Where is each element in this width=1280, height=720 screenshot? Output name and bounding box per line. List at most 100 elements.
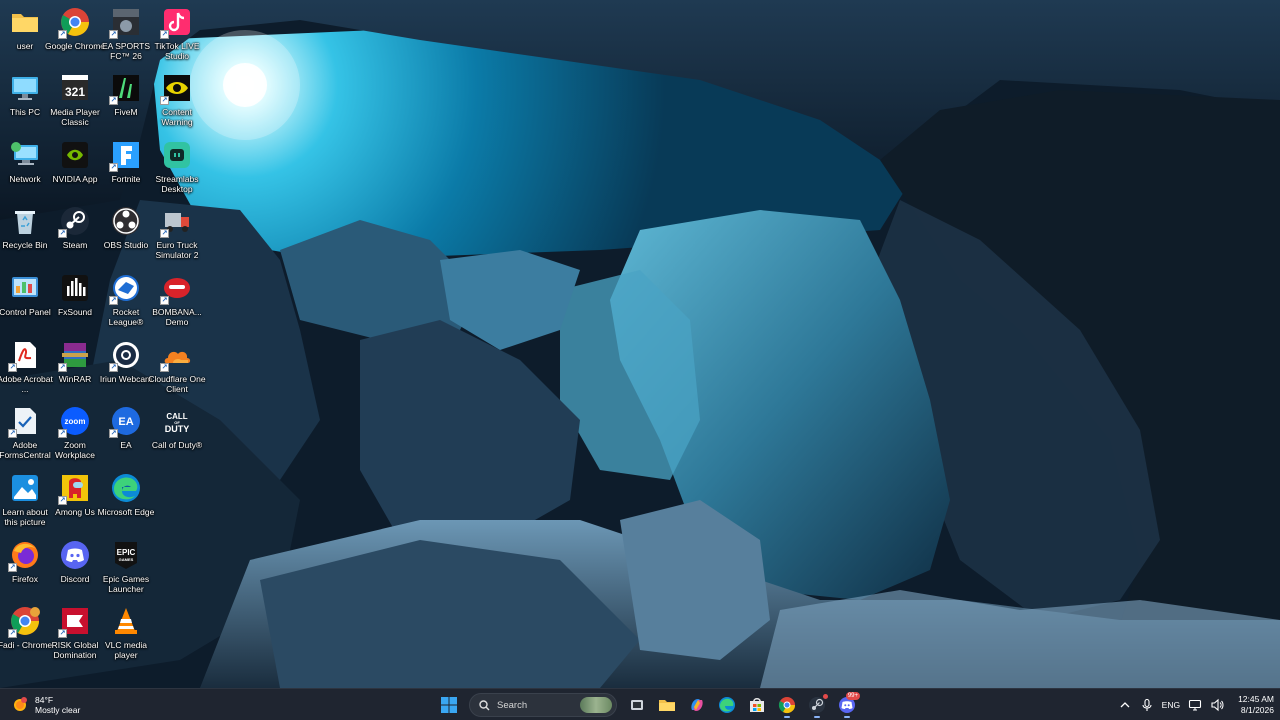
desktop-icon-microsoft-edge[interactable]: Microsoft Edge — [97, 472, 155, 517]
desktop-icon-fivem[interactable]: ↗ FiveM — [99, 72, 153, 117]
shortcut-arrow-icon: ↗ — [58, 429, 67, 438]
svg-text:zoom: zoom — [65, 417, 86, 426]
desktop-icon-google-chrome[interactable]: ↗ Google Chrome — [45, 6, 105, 51]
rocket-league-icon: ↗ — [109, 272, 142, 305]
content-warning-icon: ↗ — [160, 72, 193, 105]
desktop-icon-steam[interactable]: ↗ Steam — [48, 205, 102, 250]
shortcut-arrow-icon: ↗ — [109, 163, 118, 172]
steam-icon: ↗ — [58, 205, 91, 238]
weather-temp: 84°F — [35, 695, 54, 705]
desktop-icon-fxsound[interactable]: FxSound — [48, 272, 102, 317]
speaker-icon — [1211, 698, 1224, 712]
network-status-icon — [1189, 699, 1202, 711]
desktop-icon-learn-about-picture[interactable]: Learn about this picture — [0, 472, 52, 527]
desktop-icon-label: Call of Duty® — [151, 440, 203, 450]
fivem-icon: ↗ — [109, 72, 142, 105]
chrome-icon: ↗ — [58, 6, 91, 39]
desktop-icon-discord[interactable]: Discord — [48, 539, 102, 584]
desktop-icon-bombana-demo[interactable]: ↗ BOMBANA... Demo — [150, 272, 204, 327]
desktop-icon-rocket-league[interactable]: ↗ Rocket League® — [99, 272, 153, 327]
desktop-icon-obs-studio[interactable]: OBS Studio — [99, 205, 153, 250]
bombana-icon: ↗ — [160, 272, 193, 305]
shortcut-arrow-icon: ↗ — [58, 363, 67, 372]
desktop-icon-vlc[interactable]: VLC media player — [99, 605, 153, 660]
taskbar-clock[interactable]: 12:45 AM 8/1/2026 — [1238, 694, 1274, 716]
desktop-icon-cloudflare[interactable]: ↗ Cloudflare One Client — [148, 339, 206, 394]
desktop-icon-euro-truck-simulator[interactable]: ↗ Euro Truck Simulator 2 — [150, 205, 204, 260]
chrome-taskbar-button[interactable] — [774, 692, 800, 718]
fortnite-icon: ↗ — [109, 139, 142, 172]
shortcut-arrow-icon: ↗ — [160, 363, 169, 372]
recycle-bin-icon — [9, 205, 41, 237]
svg-text:GAMES: GAMES — [119, 557, 134, 562]
shortcut-arrow-icon: ↗ — [8, 429, 17, 438]
shortcut-arrow-icon: ↗ — [160, 30, 169, 39]
edge-icon — [719, 697, 735, 713]
input-language[interactable]: ENG — [1162, 700, 1180, 710]
desktop-icon-ea[interactable]: EA ↗ EA — [99, 405, 153, 450]
start-button[interactable] — [436, 692, 462, 718]
microsoft-store-icon — [750, 698, 764, 712]
shortcut-arrow-icon: ↗ — [8, 563, 17, 572]
formscentral-icon: ↗ — [8, 405, 41, 438]
desktop-icon-streamlabs[interactable]: Streamlabs Desktop — [150, 139, 204, 194]
search-highlight-image[interactable] — [580, 697, 612, 713]
shortcut-arrow-icon: ↗ — [160, 296, 169, 305]
volume-button[interactable] — [1210, 698, 1224, 712]
desktop-icon-among-us[interactable]: ↗ Among Us — [48, 472, 102, 517]
copilot-button[interactable] — [684, 692, 710, 718]
desktop-icon-winrar[interactable]: ↗ WinRAR — [48, 339, 102, 384]
desktop-icon-label: Content Warning — [161, 107, 193, 127]
svg-text:DUTY: DUTY — [165, 424, 190, 434]
taskbar-search-box[interactable]: Search — [469, 693, 617, 717]
desktop-icon-call-of-duty[interactable]: CALL OF DUTY Call of Duty® — [150, 405, 204, 450]
media-player-icon: 321 — [59, 72, 91, 104]
clock-time: 12:45 AM — [1238, 694, 1274, 704]
desktop-icon-fortnite[interactable]: ↗ Fortnite — [99, 139, 153, 184]
weather-widget[interactable]: 84°F Mostly clear — [10, 693, 80, 717]
microsoft-store-button[interactable] — [744, 692, 770, 718]
desktop-icon-zoom-workplace[interactable]: zoom ↗ Zoom Workplace — [48, 405, 102, 460]
discord-taskbar-button[interactable]: 99+ — [834, 692, 860, 718]
search-icon — [479, 699, 490, 710]
file-explorer-button[interactable] — [654, 692, 680, 718]
streamlabs-icon — [161, 139, 193, 171]
taskbar: 84°F Mostly clear Search 99+ ENG 12:45 A… — [0, 688, 1280, 720]
desktop-icon-adobe-acrobat[interactable]: ↗ Adobe Acrobat ... — [0, 339, 53, 394]
desktop-icon-tiktok-live-studio[interactable]: ↗ TikTok LIVE Studio — [150, 6, 204, 61]
firefox-icon: ↗ — [8, 539, 41, 572]
microphone-button[interactable] — [1140, 698, 1154, 712]
nvidia-icon — [59, 139, 91, 171]
shortcut-arrow-icon: ↗ — [160, 229, 169, 238]
edge-taskbar-button[interactable] — [714, 692, 740, 718]
desktop-icon-nvidia-app[interactable]: NVIDIA App — [48, 139, 102, 184]
call-of-duty-icon: CALL OF DUTY — [161, 405, 193, 437]
desktop-icon-content-warning[interactable]: ↗ Content Warning — [150, 72, 204, 127]
task-view-button[interactable] — [624, 692, 650, 718]
fxsound-icon — [59, 272, 91, 304]
network-tray-button[interactable] — [1188, 698, 1202, 712]
winrar-icon: ↗ — [58, 339, 91, 372]
ea-icon: EA ↗ — [109, 405, 142, 438]
desktop-icon-risk[interactable]: ↗ RISK Global Domination — [48, 605, 102, 660]
desktop-icon-epic-games[interactable]: EPIC GAMES Epic Games Launcher — [99, 539, 153, 594]
webcam-icon: ↗ — [109, 339, 142, 372]
obs-icon — [110, 205, 142, 237]
folder-icon — [9, 6, 41, 38]
desktop-icon-ea-sports-fc[interactable]: ↗ EA SPORTS FC™ 26 — [99, 6, 153, 61]
desktop-icon-label: Microsoft Edge — [97, 507, 155, 517]
show-hidden-icons-button[interactable] — [1118, 698, 1132, 712]
shortcut-arrow-icon: ↗ — [58, 229, 67, 238]
desktop-icon-iriun-webcam[interactable]: ↗ Iriun Webcam — [99, 339, 153, 384]
zoom-icon: zoom ↗ — [58, 405, 91, 438]
desktop-icon-media-player-classic[interactable]: 321 Media Player Classic — [48, 72, 102, 127]
svg-text:EA: EA — [118, 416, 133, 428]
network-icon — [9, 139, 41, 171]
search-placeholder: Search — [497, 699, 528, 711]
steam-taskbar-button[interactable] — [804, 692, 830, 718]
shortcut-arrow-icon: ↗ — [58, 629, 67, 638]
copilot-icon — [691, 699, 703, 711]
cloudflare-icon: ↗ — [160, 339, 193, 372]
truck-icon: ↗ — [160, 205, 193, 238]
windows-logo-icon — [441, 697, 457, 713]
